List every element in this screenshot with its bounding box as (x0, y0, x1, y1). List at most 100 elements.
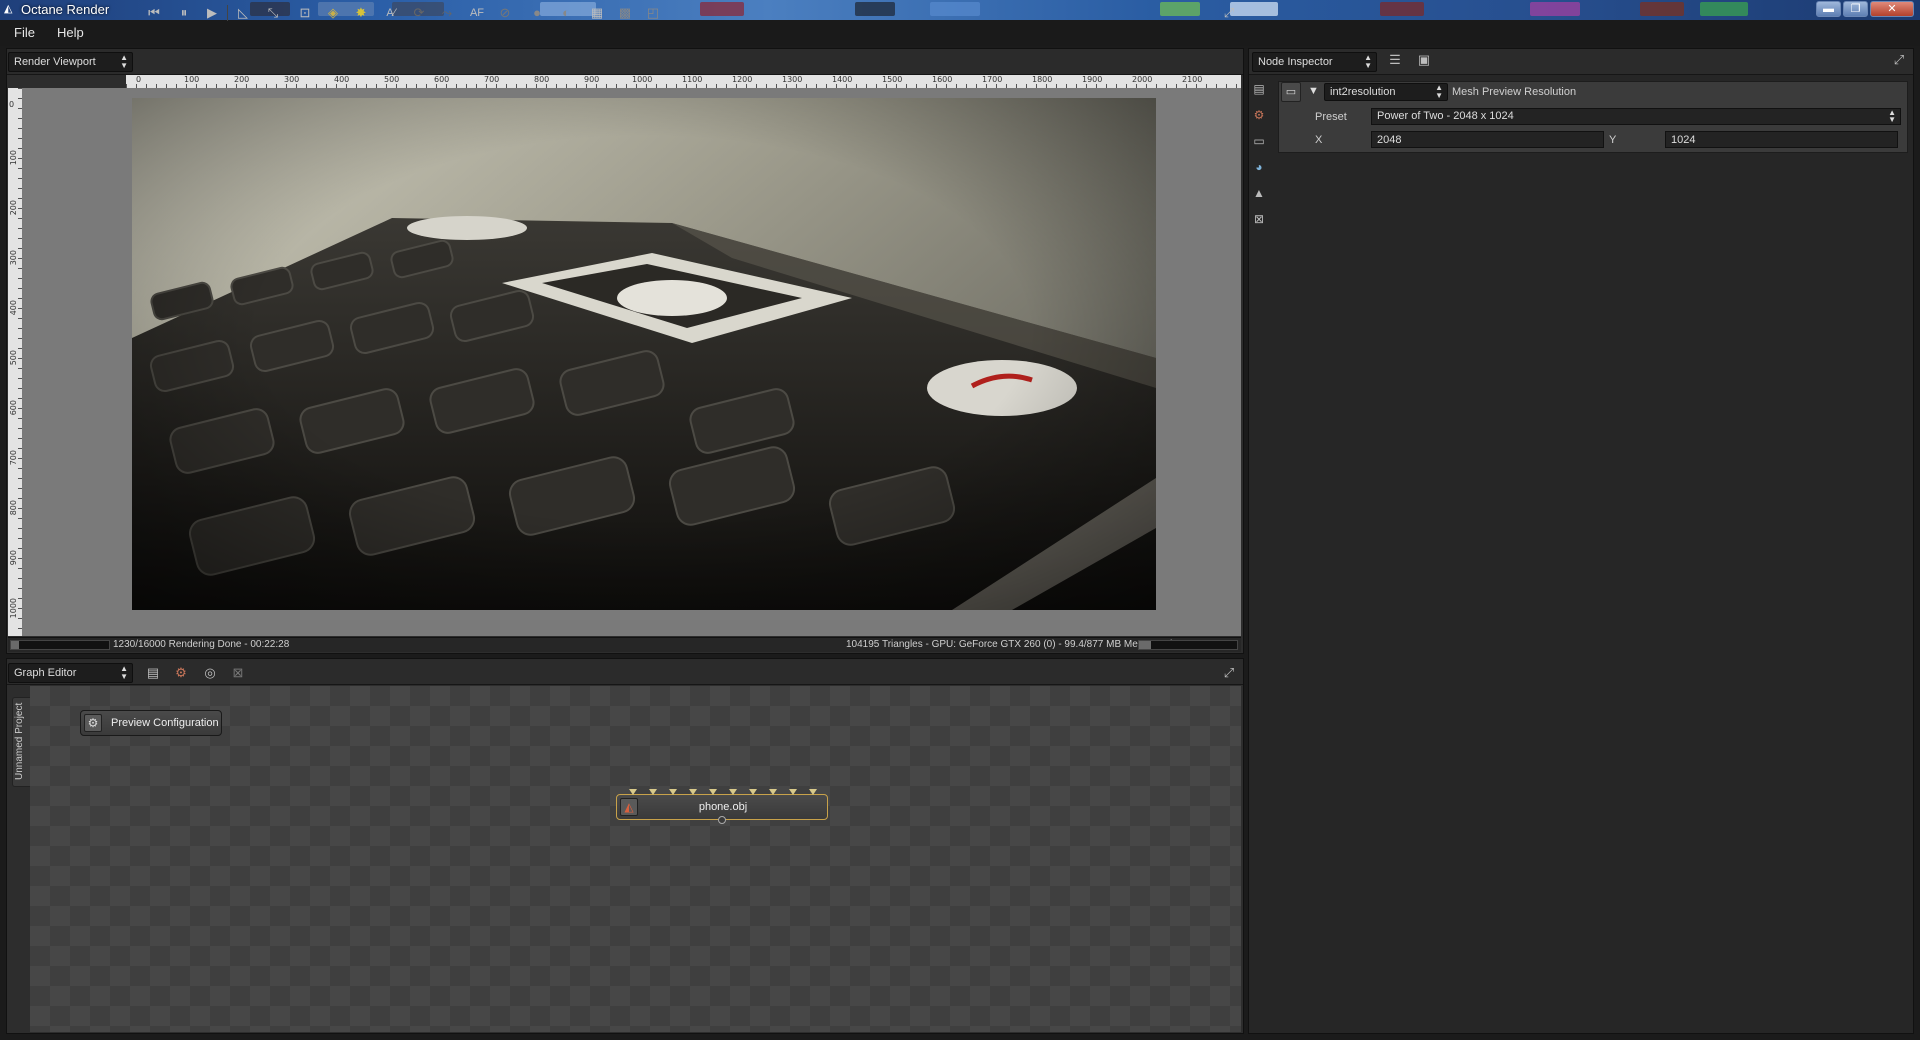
input-pin[interactable] (729, 789, 737, 795)
input-pin[interactable] (669, 789, 677, 795)
updown-arrows-icon: ▲ ▼ (120, 53, 128, 70)
ruler-label: 500 (384, 75, 400, 84)
clay-sphere-icon[interactable]: ● (528, 4, 546, 22)
render-viewport-selector[interactable]: Render Viewport ▲ ▼ (8, 52, 133, 72)
ruler-label: 1000 (632, 75, 653, 84)
graph-editor-toolbar (7, 659, 1243, 685)
project-tab[interactable]: Unnamed Project (12, 697, 30, 787)
preset-dropdown[interactable]: Power of Two - 2048 x 1024 ▲ ▼ (1371, 108, 1901, 125)
rendered-image[interactable] (132, 98, 1156, 610)
menu-file[interactable]: File (14, 25, 35, 40)
ruler-label: 300 (284, 75, 300, 84)
ruler-label: 100 (184, 75, 200, 84)
x-label: X (1315, 134, 1323, 146)
rotate-icon: ⟳ (413, 5, 425, 20)
recenter-icon[interactable]: ⊡ (296, 4, 314, 22)
window-title: Octane Render (21, 2, 110, 17)
close-button[interactable]: ✕ (1870, 1, 1914, 17)
gpu-status-text: 104195 Triangles - GPU: GeForce GTX 260 … (846, 639, 1173, 650)
af-icon[interactable]: AF (468, 4, 486, 22)
autofocus-icon[interactable]: A⁄ (382, 4, 400, 22)
camera-icon[interactable]: ▭ (1250, 132, 1268, 150)
mesh-icon[interactable]: ⚙ (1250, 106, 1268, 124)
inspector-fullscreen-icon[interactable]: ⤢ (1890, 51, 1908, 69)
ruler-label: 700 (9, 450, 18, 466)
output-pin[interactable] (718, 816, 726, 824)
ruler-label: 1200 (732, 75, 753, 84)
render-target-icon[interactable]: ▤ (1250, 80, 1268, 98)
lock-icon[interactable]: ⊘ (496, 4, 514, 22)
taskbar-thumb (1160, 2, 1200, 16)
pick-focus-icon[interactable]: ◺ (234, 4, 252, 22)
node-type-label: int2resolution (1330, 86, 1396, 98)
memory-usage-bar (1138, 640, 1238, 650)
ruler-label: 1500 (882, 75, 903, 84)
input-pin[interactable] (769, 789, 777, 795)
toolbar-separator (227, 5, 228, 21)
node-type-selector[interactable]: int2resolution ▲ ▼ (1324, 83, 1448, 101)
input-pin[interactable] (649, 789, 657, 795)
node-mesh-label: phone.obj (698, 801, 748, 813)
input-pin[interactable] (689, 789, 697, 795)
graph-fullscreen-icon[interactable]: ⤢ (1220, 664, 1238, 682)
input-pin[interactable] (709, 789, 717, 795)
ruler-vertical: 0 100 200 300 400 500 600 700 800 900 10… (8, 88, 22, 636)
pause-icon[interactable]: ⏸ (175, 4, 193, 22)
ruler-label: 0 (136, 75, 142, 84)
taskbar-thumb (700, 2, 744, 16)
node-mesh-phone[interactable]: ◭ phone.obj (616, 789, 828, 824)
environment-icon[interactable]: ◕ (1250, 158, 1268, 176)
node-group-icon[interactable]: ◎ (201, 664, 219, 682)
menu-bar: File Help (0, 20, 1920, 46)
graph-editor-selector[interactable]: Graph Editor ▲ ▼ (8, 663, 133, 683)
region-icon[interactable]: ◰ (644, 4, 662, 22)
ruler-label: 400 (9, 300, 18, 316)
ruler-label: 600 (434, 75, 450, 84)
y-value-field[interactable] (1665, 131, 1898, 148)
node-pin-icon[interactable]: ▭ (1281, 82, 1301, 102)
graph-editor-selector-label: Graph Editor (14, 667, 77, 679)
ruler-label: 100 (9, 150, 18, 166)
play-icon[interactable]: ▶ (203, 4, 221, 22)
collapse-triangle-icon[interactable]: ▼ (1308, 85, 1319, 97)
ruler-label: 900 (584, 75, 600, 84)
ruler-label: 600 (9, 400, 18, 416)
material-picker-icon[interactable]: ✸ (352, 4, 370, 22)
updown-arrows-icon: ▲ ▼ (1435, 83, 1443, 100)
ruler-label: 1800 (1032, 75, 1053, 84)
node-inspector-selector-label: Node Inspector (1258, 56, 1333, 68)
node-preview-configuration-label: Preview Configuration (111, 717, 219, 729)
imager-icon[interactable]: ▲ (1250, 184, 1268, 202)
menu-help[interactable]: Help (57, 25, 84, 40)
window-titlebar: ◭ Octane Render ▬ ❐ ✕ (0, 0, 1920, 20)
skip-back-icon[interactable]: ⏮ (145, 4, 163, 22)
ruler-label: 1000 (9, 598, 18, 619)
expand-all-icon[interactable]: ▣ (1415, 51, 1433, 69)
input-pin[interactable] (749, 789, 757, 795)
maximize-button[interactable]: ❐ (1843, 1, 1868, 17)
minimize-button[interactable]: ▬ (1816, 1, 1841, 17)
load-graph-icon[interactable]: ▤ (144, 664, 162, 682)
white-balance-icon[interactable]: ◈ (324, 4, 342, 22)
node-name: Mesh Preview Resolution (1452, 86, 1577, 98)
node-inspector-selector[interactable]: Node Inspector ▲ ▼ (1252, 52, 1377, 72)
rendered-phone-keyboard-image (132, 98, 1156, 610)
kernel-icon[interactable]: ⊠ (1250, 210, 1268, 228)
graph-editor-canvas[interactable] (30, 686, 1241, 1032)
load-mesh-icon[interactable]: ⚙ (172, 664, 190, 682)
ruler-label: 200 (9, 200, 18, 216)
fullscreen-icon[interactable]: ⤢ (1220, 4, 1238, 22)
alpha-icon[interactable]: ▦ (588, 4, 606, 22)
unfold-icon[interactable]: ⊠ (229, 664, 247, 682)
shaded-sphere-icon[interactable]: ◐ (557, 4, 575, 22)
pick-zoom-icon[interactable]: ⤡ (264, 4, 282, 22)
node-preview-configuration[interactable]: ⚙ Preview Configuration (80, 710, 222, 736)
checker-icon[interactable]: ▩ (616, 4, 634, 22)
input-pin[interactable] (809, 789, 817, 795)
input-pin[interactable] (789, 789, 797, 795)
input-pin[interactable] (629, 789, 637, 795)
octane-app-icon: ◭ (4, 3, 13, 15)
x-value-field[interactable] (1371, 131, 1604, 148)
collapse-all-icon[interactable]: ☰ (1386, 51, 1404, 69)
ruler-label: 800 (9, 500, 18, 516)
